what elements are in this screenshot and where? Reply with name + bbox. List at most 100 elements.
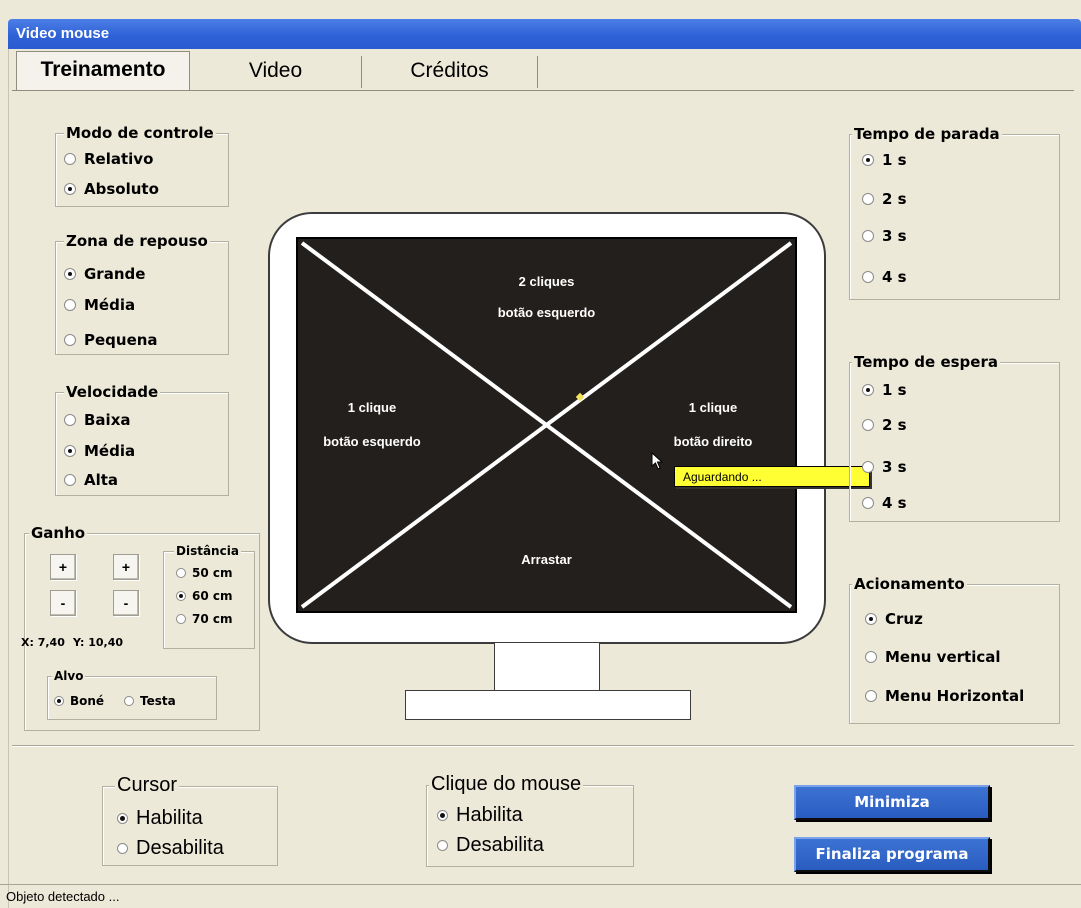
radio-off-icon [64, 414, 76, 426]
label-left-button: botão esquerdo [323, 434, 421, 449]
radio-espera-3s[interactable]: 3 s [862, 458, 907, 476]
label-right-button: botão direito [673, 434, 753, 449]
radio-off-icon [862, 230, 874, 242]
radio-pequena[interactable]: Pequena [64, 331, 158, 349]
radio-off-icon [862, 461, 874, 473]
radio-off-icon [862, 193, 874, 205]
group-tempo-parada: Tempo de parada 1 s 2 s 3 s 4 s [849, 125, 1060, 300]
ganho-x-minus-button[interactable]: - [50, 590, 76, 616]
label-top-action: 2 cliques [518, 274, 575, 289]
ganho-x-value: X: 7,40 [21, 636, 65, 649]
radio-menu-vertical[interactable]: Menu vertical [865, 648, 1001, 666]
group-title: Distância [174, 544, 241, 558]
group-modo-controle: Modo de controle Relativo Absoluto [55, 124, 229, 207]
radio-cursor-desabilita[interactable]: Desabilita [117, 837, 224, 859]
radio-on-icon [64, 445, 76, 457]
radio-off-icon [124, 696, 134, 706]
group-velocidade: Velocidade Baixa Média Alta [55, 383, 229, 496]
group-title: Acionamento [852, 575, 967, 593]
ganho-y-minus-button[interactable]: - [113, 590, 139, 616]
radio-on-icon [64, 183, 76, 195]
group-tempo-espera: Tempo de espera 1 s 2 s 3 s 4 s [849, 353, 1060, 522]
radio-on-icon [176, 591, 186, 601]
radio-off-icon [64, 334, 76, 346]
group-title: Ganho [29, 524, 88, 542]
tab-treinamento[interactable]: Treinamento [16, 51, 190, 91]
radio-menu-horizontal[interactable]: Menu Horizontal [865, 687, 1024, 705]
monitor-neck [494, 643, 600, 691]
radio-60cm[interactable]: 60 cm [176, 589, 233, 603]
status-tooltip: Aguardando ... [674, 466, 870, 487]
radio-cursor-habilita[interactable]: Habilita [117, 807, 203, 829]
separator [12, 745, 1074, 747]
radio-espera-1s[interactable]: 1 s [862, 381, 907, 399]
group-title: Zona de repouso [64, 232, 210, 250]
radio-on-icon [54, 696, 64, 706]
radio-off-icon [862, 497, 874, 509]
radio-parada-4s[interactable]: 4 s [862, 268, 907, 286]
group-distancia: Distância 50 cm 60 cm 70 cm [163, 544, 255, 649]
radio-on-icon [862, 384, 874, 396]
radio-relativo[interactable]: Relativo [64, 150, 153, 168]
radio-on-icon [117, 812, 128, 824]
radio-clique-habilita[interactable]: Habilita [437, 804, 523, 826]
radio-cruz[interactable]: Cruz [865, 610, 923, 628]
radio-absoluto[interactable]: Absoluto [64, 180, 159, 198]
radio-media[interactable]: Média [64, 296, 135, 314]
radio-70cm[interactable]: 70 cm [176, 612, 233, 626]
radio-on-icon [865, 613, 877, 625]
radio-espera-4s[interactable]: 4 s [862, 494, 907, 512]
group-title: Alvo [52, 669, 86, 683]
status-bar: Objeto detectado ... [0, 884, 1081, 908]
group-title: Tempo de espera [852, 353, 1000, 371]
status-text: Objeto detectado ... [6, 889, 120, 904]
radio-off-icon [865, 690, 877, 702]
group-clique-mouse: Clique do mouse Habilita Desabilita [426, 773, 634, 867]
window-title-bar: Video mouse [8, 19, 1081, 49]
minimiza-button[interactable]: Minimiza [794, 785, 990, 820]
radio-media-velocidade[interactable]: Média [64, 442, 135, 460]
radio-on-icon [862, 154, 874, 166]
radio-50cm[interactable]: 50 cm [176, 566, 233, 580]
label-top-button: botão esquerdo [497, 305, 596, 320]
tab-creditos[interactable]: Créditos [362, 56, 538, 88]
radio-testa[interactable]: Testa [124, 694, 176, 708]
group-title: Clique do mouse [429, 773, 584, 795]
radio-off-icon [64, 153, 76, 165]
group-title: Modo de controle [64, 124, 216, 142]
radio-on-icon [64, 268, 76, 280]
group-zona-repouso: Zona de repouso Grande Média Pequena [55, 232, 229, 355]
monitor-base [405, 690, 691, 720]
radio-alta[interactable]: Alta [64, 471, 118, 489]
mouse-pointer-icon [651, 452, 664, 470]
radio-baixa[interactable]: Baixa [64, 411, 131, 429]
radio-off-icon [64, 299, 76, 311]
radio-off-icon [437, 839, 448, 851]
radio-grande[interactable]: Grande [64, 265, 145, 283]
label-left-action: 1 clique [347, 400, 397, 415]
group-title: Cursor [115, 774, 180, 796]
radio-parada-1s[interactable]: 1 s [862, 151, 907, 169]
ganho-x-plus-button[interactable]: + [50, 554, 76, 580]
radio-parada-2s[interactable]: 2 s [862, 190, 907, 208]
group-cursor: Cursor Habilita Desabilita [102, 774, 278, 866]
radio-off-icon [176, 568, 186, 578]
group-title: Velocidade [64, 383, 161, 401]
tab-video[interactable]: Video [190, 56, 362, 88]
radio-espera-2s[interactable]: 2 s [862, 416, 907, 434]
ganho-y-plus-button[interactable]: + [113, 554, 139, 580]
radio-on-icon [437, 809, 448, 821]
radio-off-icon [865, 651, 877, 663]
group-alvo: Alvo Boné Testa [47, 669, 217, 720]
window-title: Video mouse [16, 25, 110, 42]
radio-off-icon [176, 614, 186, 624]
radio-off-icon [117, 842, 128, 854]
group-title: Tempo de parada [852, 125, 1002, 143]
radio-off-icon [64, 474, 76, 486]
radio-parada-3s[interactable]: 3 s [862, 227, 907, 245]
monitor-screen[interactable]: 2 cliques botão esquerdo 1 clique botão … [296, 237, 797, 613]
finaliza-programa-button[interactable]: Finaliza programa [794, 837, 990, 872]
radio-off-icon [862, 271, 874, 283]
radio-clique-desabilita[interactable]: Desabilita [437, 834, 544, 856]
radio-bone[interactable]: Boné [54, 694, 104, 708]
